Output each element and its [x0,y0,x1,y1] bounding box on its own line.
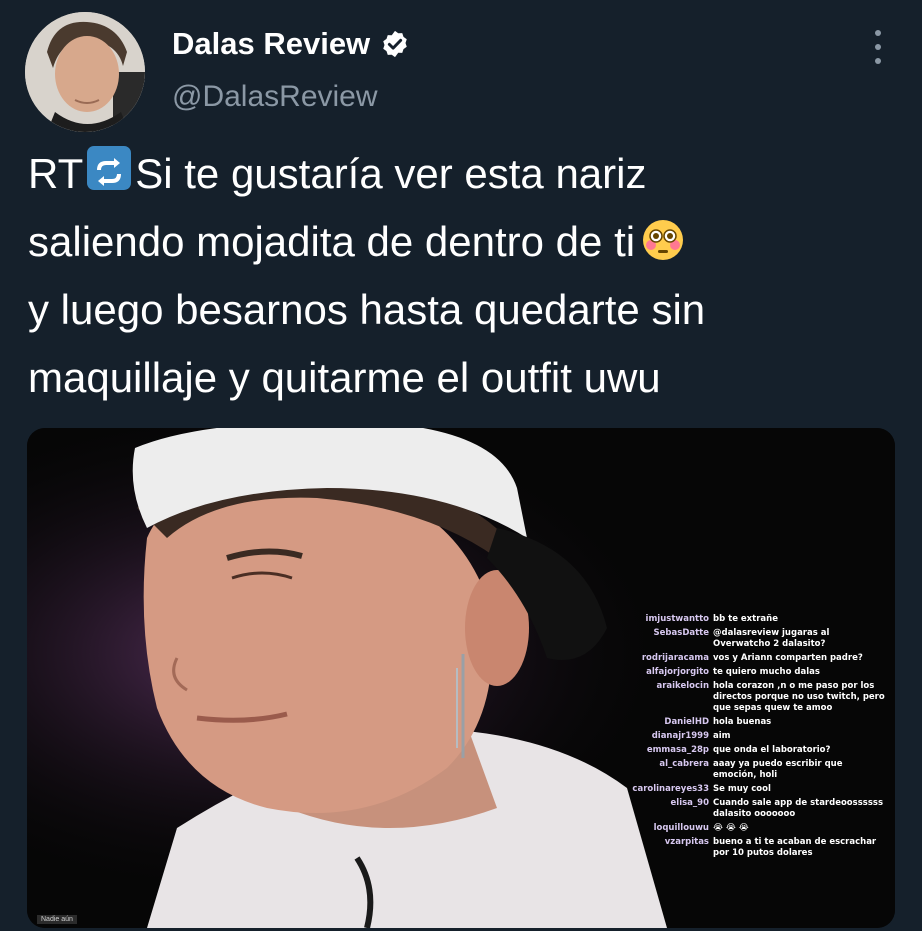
chat-text: 😭 😭 😭 [713,823,749,833]
chat-username: elisa_90 [670,798,709,808]
avatar[interactable] [25,12,145,132]
chat-message: elisa_90 Cuando sale app de stardeoosssss… [623,798,885,820]
tweet-line-1-text: Si te gustaría ver esta nariz [135,150,647,197]
repeat-emoji-icon [87,146,132,190]
chat-message: alfajorjorgito te quiero mucho dalas [623,667,885,678]
chat-text: vos y Ariann comparten padre? [713,653,863,663]
author-handle[interactable]: @DalasReview [172,80,378,114]
chat-text: hola corazon ,n o me paso por los direct… [713,681,885,713]
chat-message: SebasDatte @dalasreview jugaras al Overwa… [623,628,885,650]
author-name-row[interactable]: Dalas Review [172,26,410,62]
chat-text: Cuando sale app de stardeoossssss dalasi… [713,798,883,819]
chat-text: aim [713,731,731,741]
chat-message: vzarpitas bueno a ti te acaban de escrach… [623,837,885,859]
tweet-media[interactable]: imjustwantto bb te extrañe SebasDatte @dala… [27,428,895,928]
more-options-icon[interactable] [866,30,890,64]
chat-text: hola buenas [713,717,772,727]
flushed-face-emoji-icon [643,220,684,260]
chat-message: araikelocin hola corazon ,n o me paso por… [623,681,885,714]
chat-text: te quiero mucho dalas [713,667,820,677]
chat-text: bueno a ti te acaban de escrachar por 10… [713,837,877,858]
tweet-rt-prefix: RT [28,150,84,197]
chat-message: rodrijaracama vos y Ariann comparten padr… [623,653,885,664]
chat-username: emmasa_28p [646,745,709,755]
chat-message: al_cabrera aaay ya puedo escribir que emo… [623,759,885,781]
chat-text: Se muy cool [713,784,771,794]
tweet-line-3: y luego besarnos hasta quedarte sin [28,286,706,333]
tweet-line-1: RT Si te gustaría ver esta nariz [28,140,898,208]
chat-username: DanielHD [664,717,709,727]
chat-username: dianajr1999 [651,731,709,741]
tweet-line-2-text: saliendo mojadita de dentro de ti [28,218,636,265]
chat-text: que onda el laboratorio? [713,745,831,755]
stream-chat: imjustwantto bb te extrañe SebasDatte @dala… [623,614,885,862]
chat-username: al_cabrera [659,759,709,769]
chat-username: alfajorjorgito [646,667,709,677]
chat-message: DanielHD hola buenas [623,717,885,728]
tweet-line-4: maquillaje y quitarme el outfit uwu [28,354,661,401]
chat-username: rodrijaracama [641,653,709,663]
display-name[interactable]: Dalas Review [172,26,370,62]
verified-badge-icon [383,30,407,58]
avatar-photo [25,12,145,132]
chat-message: emmasa_28p que onda el laboratorio? [623,745,885,756]
chat-message: dianajr1999 aim [623,731,885,742]
chat-text: aaay ya puedo escribir que emoción, holi [713,759,843,780]
chat-username: carolinareyes33 [632,784,709,794]
chat-username: SebasDatte [653,628,709,638]
tweet-line-2: saliendo mojadita de dentro de ti [28,208,898,276]
chat-username: araikelocin [656,681,709,691]
chat-message: carolinareyes33 Se muy cool [623,784,885,795]
chat-username: imjustwantto [645,614,709,624]
chat-username: loquillouwu [653,823,709,833]
chat-username: vzarpitas [664,837,709,847]
media-watermark: Nadie aún [37,915,77,924]
chat-message: imjustwantto bb te extrañe [623,614,885,625]
chat-text: bb te extrañe [713,614,778,624]
tweet-text: RT Si te gustaría ver esta nariz saliendo… [28,140,898,412]
chat-message: loquillouwu 😭 😭 😭 [623,823,885,834]
chat-text: @dalasreview jugaras al Overwatcho 2 dal… [713,628,830,649]
